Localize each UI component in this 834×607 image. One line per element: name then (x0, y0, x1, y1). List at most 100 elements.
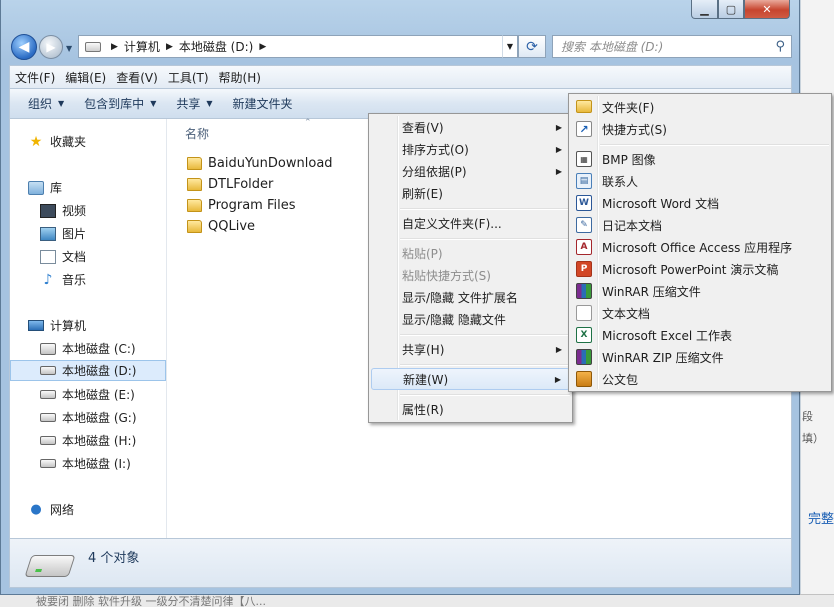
drive-icon (40, 413, 56, 422)
excel-icon: X (576, 327, 592, 343)
include-in-library-button[interactable]: 包含到库中 ▼ (74, 95, 166, 112)
new-briefcase-item[interactable]: 公文包 (571, 368, 829, 390)
menu-item-view[interactable]: 查看(V) ▶ (371, 116, 570, 138)
menu-separator (400, 238, 570, 240)
breadcrumb-separator[interactable]: ▶ (259, 42, 266, 52)
journal-document-icon: ✎ (576, 217, 592, 233)
menu-bar: 文件(F) 编辑(E) 查看(V) 工具(T) 帮助(H) (9, 65, 792, 89)
nav-drive-i[interactable]: 本地磁盘 (I:) (40, 453, 131, 474)
forward-button[interactable]: ▶ (39, 35, 63, 59)
drive-icon (40, 366, 56, 375)
text-document-icon (576, 305, 592, 321)
sort-ascending-icon: ⌃ (304, 118, 312, 128)
chevron-down-icon: ▼ (58, 99, 65, 108)
file-item[interactable]: Program Files (187, 195, 296, 216)
library-icon (28, 180, 44, 195)
nav-drive-h[interactable]: 本地磁盘 (H:) (40, 430, 136, 451)
file-item[interactable]: DTLFolder (187, 174, 273, 195)
menu-file[interactable]: 文件(F) (10, 69, 60, 86)
new-text-document-item[interactable]: 文本文档 (571, 302, 829, 324)
menu-item-share[interactable]: 共享(H) ▶ (371, 338, 570, 360)
breadcrumb-drive-d[interactable]: 本地磁盘 (D:) (179, 38, 253, 55)
menu-item-sort-by[interactable]: 排序方式(O) ▶ (371, 138, 570, 160)
address-history-dropdown[interactable]: ▼ (502, 35, 518, 58)
nav-drive-c[interactable]: 本地磁盘 (C:) (40, 338, 136, 359)
star-icon: ★ (29, 133, 43, 150)
menu-item-group-by[interactable]: 分组依据(P) ▶ (371, 160, 570, 182)
drive-icon (40, 390, 56, 399)
new-word-document-item[interactable]: W Microsoft Word 文档 (571, 192, 829, 214)
minimize-button[interactable]: ▁ (691, 0, 718, 19)
access-icon: A (576, 239, 592, 255)
new-excel-item[interactable]: X Microsoft Excel 工作表 (571, 324, 829, 346)
item-count: 4 个对象 (88, 551, 140, 566)
new-bmp-image-item[interactable]: ▦ BMP 图像 (571, 148, 829, 170)
menu-edit[interactable]: 编辑(E) (60, 69, 111, 86)
new-folder-item[interactable]: 文件夹(F) (571, 96, 829, 118)
organize-button[interactable]: 组织 ▼ (18, 95, 74, 112)
menu-item-properties[interactable]: 属性(R) (371, 398, 570, 420)
new-powerpoint-item[interactable]: P Microsoft PowerPoint 演示文稿 (571, 258, 829, 280)
video-icon (40, 203, 56, 218)
breadcrumb-separator[interactable]: ▶ (111, 42, 118, 52)
menu-view[interactable]: 查看(V) (111, 69, 163, 86)
picture-icon (40, 226, 56, 241)
breadcrumb-computer[interactable]: 计算机 (124, 38, 160, 55)
nav-drive-e[interactable]: 本地磁盘 (E:) (40, 384, 135, 405)
shortcut-icon: ↗ (576, 121, 592, 137)
nav-network[interactable]: ● 网络 (28, 499, 74, 520)
nav-computer[interactable]: 计算机 (28, 315, 86, 336)
new-contact-item[interactable]: ▤ 联系人 (571, 170, 829, 192)
menu-help[interactable]: 帮助(H) (214, 69, 266, 86)
document-icon (40, 249, 56, 264)
context-menu: 查看(V) ▶ 排序方式(O) ▶ 分组依据(P) ▶ 刷新(E) 自定义文件夹(F)… (368, 113, 573, 423)
arrow-left-icon: ◀ (18, 39, 30, 55)
drive-icon (85, 41, 101, 52)
bmp-image-icon: ▦ (576, 151, 592, 167)
winrar-icon (576, 283, 592, 299)
menu-item-toggle-hidden-files[interactable]: 显示/隐藏 隐藏文件 (371, 308, 570, 330)
menu-item-new[interactable]: 新建(W) ▶ (371, 368, 570, 390)
caption-buttons: ▁ ▢ ✕ (691, 0, 790, 21)
maximize-button[interactable]: ▢ (718, 0, 744, 19)
menu-item-paste: 粘贴(P) (402, 246, 443, 261)
menu-item-toggle-extensions[interactable]: 显示/隐藏 文件扩展名 (371, 286, 570, 308)
menu-separator (400, 394, 570, 396)
background-text-fragment: 填） (802, 432, 824, 445)
folder-icon (576, 100, 592, 113)
nav-library-pictures[interactable]: 图片 (40, 223, 86, 244)
nav-library-videos[interactable]: 视频 (40, 200, 86, 221)
nav-libraries[interactable]: 库 (28, 177, 62, 198)
breadcrumb-separator[interactable]: ▶ (166, 42, 173, 52)
search-input[interactable]: 搜索 本地磁盘 (D:) ⚲ (552, 35, 792, 58)
network-icon: ● (30, 502, 42, 517)
nav-library-music[interactable]: ♪ 音乐 (40, 269, 86, 290)
share-button[interactable]: 共享 ▼ (166, 95, 222, 112)
new-folder-button[interactable]: 新建文件夹 (223, 95, 303, 112)
menu-item-customize-folder[interactable]: 自定义文件夹(F)... (371, 212, 570, 234)
menu-separator (400, 364, 570, 366)
file-item[interactable]: QQLive (187, 216, 255, 237)
nav-favorites[interactable]: ★ 收藏夹 (28, 131, 86, 152)
system-drive-icon (40, 342, 56, 355)
new-journal-document-item[interactable]: ✎ 日记本文档 (571, 214, 829, 236)
search-icon[interactable]: ⚲ (775, 39, 785, 54)
nav-library-documents[interactable]: 文档 (40, 246, 86, 267)
menu-tools[interactable]: 工具(T) (163, 69, 214, 86)
close-button[interactable]: ✕ (744, 0, 790, 19)
menu-item-refresh[interactable]: 刷新(E) (371, 182, 570, 204)
new-access-item[interactable]: A Microsoft Office Access 应用程序 (571, 236, 829, 258)
menu-item-paste-shortcut: 粘贴快捷方式(S) (402, 268, 491, 283)
file-item[interactable]: BaiduYunDownload (187, 153, 333, 174)
address-bar[interactable]: ▶ 计算机 ▶ 本地磁盘 (D:) ▶ (78, 35, 519, 58)
arrow-right-icon: ▶ (46, 40, 56, 54)
nav-drive-d[interactable]: 本地磁盘 (D:) (10, 360, 166, 381)
new-shortcut-item[interactable]: ↗ 快捷方式(S) (571, 118, 829, 140)
recent-pages-dropdown[interactable]: ▼ (66, 44, 72, 53)
column-header-name[interactable]: 名称 (185, 125, 209, 142)
nav-drive-g[interactable]: 本地磁盘 (G:) (40, 407, 137, 428)
back-button[interactable]: ◀ (11, 34, 37, 60)
new-winrar-item[interactable]: WinRAR 压缩文件 (571, 280, 829, 302)
refresh-button[interactable]: ⟳ (518, 35, 546, 58)
new-winrar-zip-item[interactable]: WinRAR ZIP 压缩文件 (571, 346, 829, 368)
